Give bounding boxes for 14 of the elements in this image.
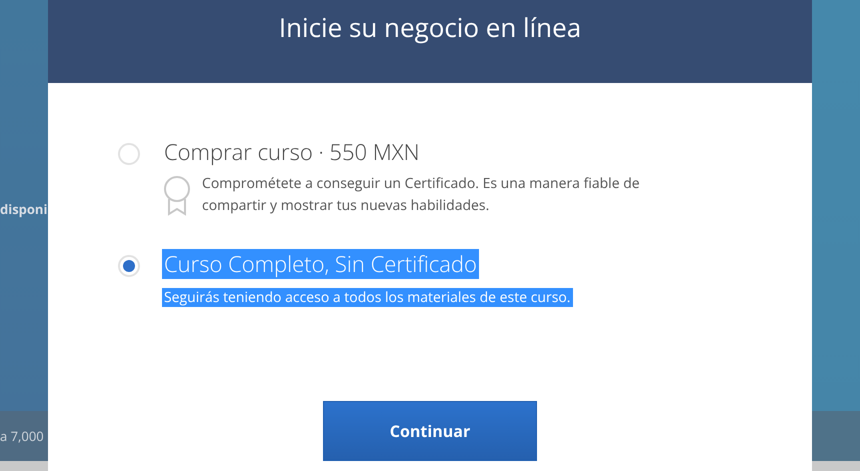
radio-button[interactable]: [118, 143, 140, 165]
option-description: Seguirás teniendo acceso a todos los materiales de este curso.: [162, 288, 572, 307]
background-text: a 7,000: [0, 427, 44, 445]
certificate-icon: [162, 175, 192, 217]
footer-band: [812, 411, 860, 461]
background-text: disponi: [0, 200, 48, 218]
option-label[interactable]: Comprar curso · 550 MXN: [162, 137, 422, 167]
option-description: Comprométete a conseguir un Certificado. Es una manera fiable de compartir y mostrar tus nuevas habilidades.: [201, 173, 641, 217]
continue-button[interactable]: Continuar: [323, 401, 537, 461]
radio-button[interactable]: [118, 255, 140, 277]
bottom-strip: [0, 461, 48, 471]
bottom-strip: [812, 461, 860, 471]
option-label[interactable]: Curso Completo, Sin Certificado: [162, 249, 479, 279]
dialog-title: Inicie su negocio en línea: [278, 10, 582, 44]
